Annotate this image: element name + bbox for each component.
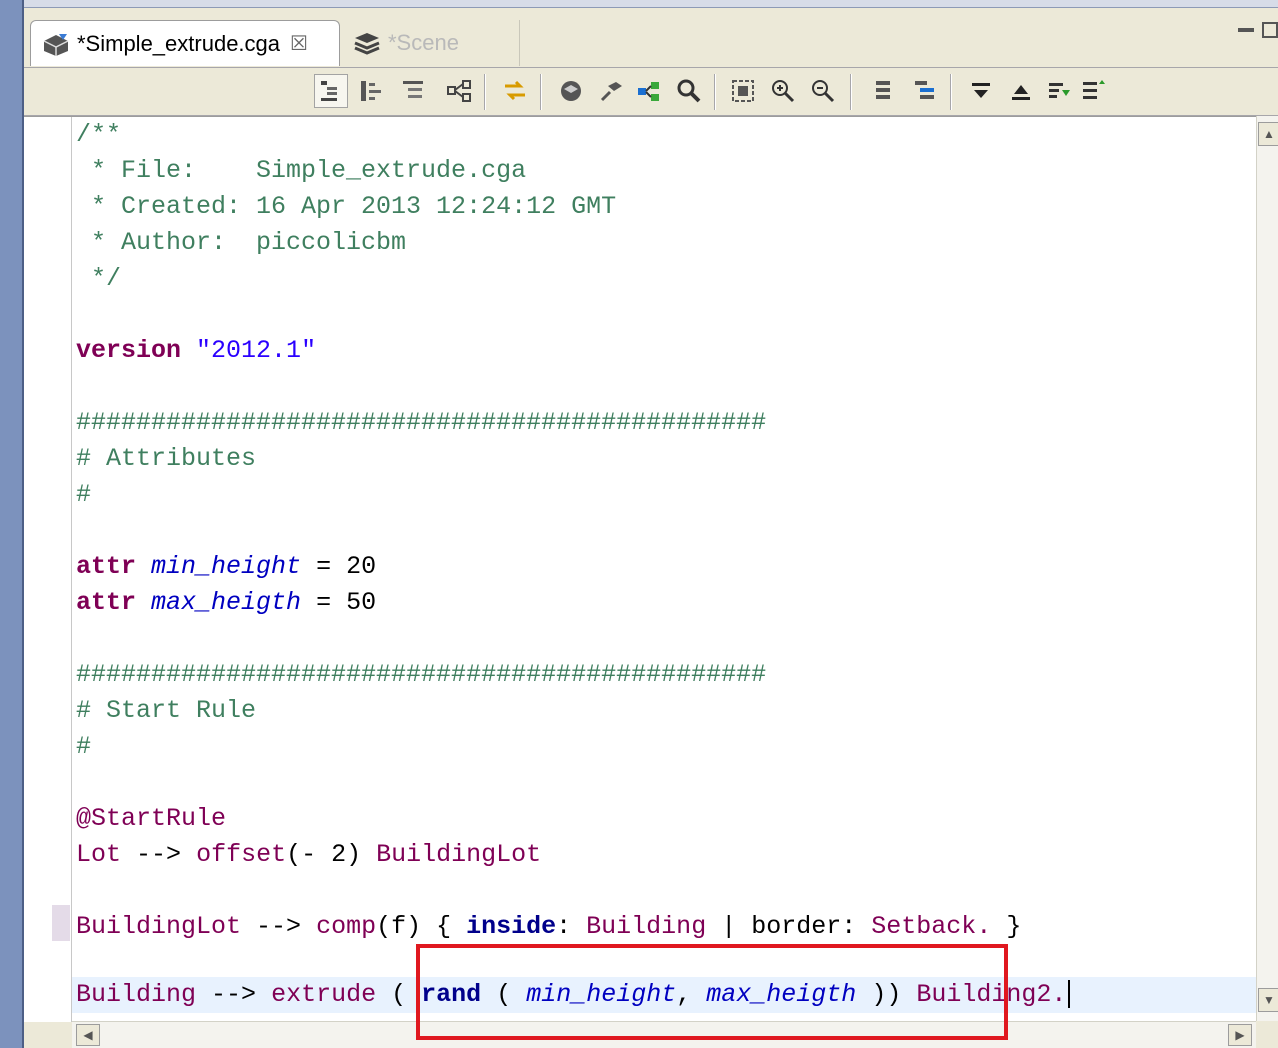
- close-brace: }: [1006, 912, 1022, 941]
- colon: :: [556, 912, 572, 941]
- toolbar-separator: [850, 74, 852, 110]
- selector-keyword: border: [751, 912, 842, 941]
- attr-keyword: attr: [76, 588, 137, 617]
- sync-icon[interactable]: [498, 74, 532, 108]
- rule-arrow: -->: [256, 912, 302, 941]
- tab-label: *Simple_extrude.cga: [77, 30, 281, 56]
- rule-name: Building: [76, 980, 197, 1009]
- tree-expand-icon[interactable]: [396, 74, 430, 108]
- cga-file-icon: [41, 31, 71, 57]
- collapse-down-icon[interactable]: [964, 74, 998, 108]
- code-line: #: [76, 480, 92, 509]
- code-line: attr min_height = 20: [76, 549, 376, 585]
- editor-window: *Simple_extrude.cga ☒ *Scene /** * File:…: [22, 0, 1278, 1048]
- graph-icon[interactable]: [442, 74, 476, 108]
- rule-name: Lot: [76, 840, 122, 869]
- collapse-up-icon[interactable]: [1004, 74, 1038, 108]
- generate-icon[interactable]: [594, 74, 628, 108]
- close-icon[interactable]: ☒: [290, 31, 308, 56]
- toolbar-separator: [950, 74, 952, 110]
- scroll-right-icon[interactable]: ▶: [1228, 1024, 1252, 1046]
- code-line: version "2012.1": [76, 333, 316, 369]
- scroll-up-icon[interactable]: ▲: [1258, 122, 1278, 146]
- code-line: # Attributes: [76, 444, 257, 473]
- code-line: BuildingLot --> comp(f) { inside: Buildi…: [76, 909, 1021, 945]
- code-line: attr max_heigth = 50: [76, 585, 376, 621]
- annotation-highlight-box: [416, 944, 1008, 1040]
- attribute-value: = 20: [316, 552, 377, 581]
- filter-icon[interactable]: [1042, 74, 1076, 108]
- maximize-button[interactable]: [1262, 22, 1278, 38]
- window-controls: [1238, 22, 1278, 38]
- code-line: /**: [76, 120, 122, 149]
- sort-icon[interactable]: [1076, 74, 1110, 108]
- code-line: ########################################…: [76, 408, 767, 437]
- operation-name: extrude: [271, 980, 377, 1009]
- tab-simple-extrude[interactable]: *Simple_extrude.cga ☒: [30, 20, 340, 66]
- attribute-name: max_heigth: [151, 588, 302, 617]
- code-line: @StartRule: [76, 804, 227, 833]
- desktop-background: [0, 0, 22, 1048]
- rule-reference: Setback.: [871, 912, 992, 941]
- rule-reference: Building: [586, 912, 707, 941]
- toolbar-separator: [540, 74, 542, 110]
- version-string: "2012.1": [196, 336, 317, 365]
- pipe: |: [721, 912, 737, 941]
- code-line: # Start Rule: [76, 696, 257, 725]
- connect-icon[interactable]: [632, 74, 666, 108]
- code-line: ########################################…: [76, 660, 767, 689]
- model-icon[interactable]: [554, 74, 588, 108]
- operation-args: (- 2): [286, 840, 362, 869]
- code-line: #: [76, 732, 92, 761]
- hierarchy-icon[interactable]: [354, 74, 388, 108]
- search-icon[interactable]: [672, 74, 706, 108]
- scroll-left-icon[interactable]: ◀: [76, 1024, 100, 1046]
- rule-name: BuildingLot: [76, 912, 242, 941]
- minimize-button[interactable]: [1238, 28, 1254, 32]
- operation-name: comp: [316, 912, 377, 941]
- rule-arrow: -->: [136, 840, 182, 869]
- window-top-border: [24, 0, 1278, 8]
- code-line: * Created: 16 Apr 2013 12:24:12 GMT: [76, 192, 617, 221]
- vertical-scrollbar[interactable]: ▲ ▼: [1256, 116, 1278, 1021]
- code-editor[interactable]: /** * File: Simple_extrude.cga * Created…: [24, 116, 1256, 1022]
- attr-keyword: attr: [76, 552, 137, 581]
- attribute-name: min_height: [151, 552, 302, 581]
- open-paren: (: [391, 980, 407, 1009]
- zoom-in-icon[interactable]: [766, 74, 800, 108]
- code-line: * Author: piccolicbm: [76, 228, 407, 257]
- attribute-value: = 50: [316, 588, 377, 617]
- code-line: Lot --> offset(- 2) BuildingLot: [76, 837, 541, 873]
- editor-ruler: [24, 117, 72, 1022]
- text-cursor: [1068, 980, 1071, 1009]
- outline-icon[interactable]: [908, 74, 942, 108]
- zoom-out-icon[interactable]: [806, 74, 840, 108]
- toolbar-separator: [714, 74, 716, 110]
- colon: :: [841, 912, 857, 941]
- tab-scene[interactable]: *Scene: [342, 20, 520, 66]
- operation-name: offset: [196, 840, 287, 869]
- outline-tree-icon[interactable]: [314, 74, 348, 108]
- frame-icon[interactable]: [726, 74, 760, 108]
- operation-args: (f) {: [376, 912, 452, 941]
- code-line: * File: Simple_extrude.cga: [76, 156, 527, 185]
- rule-arrow: -->: [211, 980, 257, 1009]
- list-icon[interactable]: [866, 74, 900, 108]
- ruler-divider: [71, 117, 72, 1022]
- version-keyword: version: [76, 336, 182, 365]
- toolbar-separator: [484, 74, 486, 110]
- rule-reference: BuildingLot: [376, 840, 542, 869]
- selector-keyword: inside: [466, 912, 557, 941]
- scroll-down-icon[interactable]: ▼: [1258, 988, 1278, 1012]
- change-marker: [52, 905, 70, 941]
- layers-icon: [352, 30, 382, 56]
- tab-bar: *Simple_extrude.cga ☒ *Scene: [24, 14, 1278, 68]
- tab-label: *Scene: [388, 30, 459, 55]
- code-line: */: [76, 264, 122, 293]
- editor-toolbar: [24, 68, 1278, 116]
